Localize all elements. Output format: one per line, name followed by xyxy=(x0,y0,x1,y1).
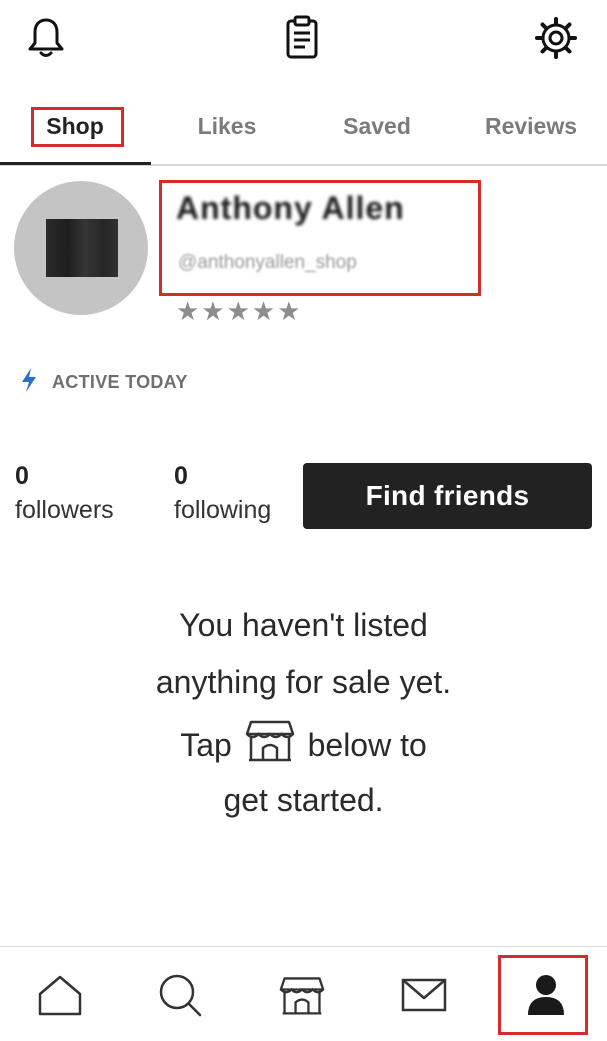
avatar-image xyxy=(46,219,118,277)
display-name: Anthony Allen xyxy=(176,190,405,226)
empty-state-tap: Tap xyxy=(180,727,232,763)
following-count[interactable]: 0 xyxy=(174,462,188,491)
active-status: ACTIVE TODAY xyxy=(20,367,188,397)
search-icon xyxy=(157,972,203,1023)
nav-search[interactable] xyxy=(150,967,210,1027)
bottom-nav xyxy=(0,946,607,1041)
clipboard-icon xyxy=(281,15,323,66)
tab-likes[interactable]: Likes xyxy=(152,100,302,152)
nav-profile[interactable] xyxy=(516,967,576,1027)
tab-reviews[interactable]: Reviews xyxy=(455,100,607,152)
tab-shop[interactable]: Shop xyxy=(0,100,150,152)
lightning-bolt-icon xyxy=(20,367,38,398)
settings-button[interactable] xyxy=(534,16,578,64)
storefront-icon xyxy=(279,973,325,1022)
home-icon xyxy=(37,974,83,1021)
empty-state-line-3: Tap below to xyxy=(0,718,607,764)
nav-sell[interactable] xyxy=(272,967,332,1027)
rating-stars[interactable]: ★★★★★ xyxy=(176,296,303,327)
tab-saved[interactable]: Saved xyxy=(302,100,452,152)
mail-icon xyxy=(401,978,447,1017)
empty-state-line-1: You haven't listed xyxy=(179,607,428,643)
username: @anthonyallen_shop xyxy=(178,252,357,273)
active-tab-indicator xyxy=(0,162,151,165)
empty-state-below: below to xyxy=(307,727,427,763)
activity-button[interactable] xyxy=(280,15,324,66)
storefront-icon xyxy=(245,718,295,762)
followers-count[interactable]: 0 xyxy=(15,462,29,491)
nav-messages[interactable] xyxy=(394,967,454,1027)
find-friends-button[interactable]: Find friends xyxy=(303,463,592,529)
gear-icon xyxy=(534,16,578,65)
active-status-text: ACTIVE TODAY xyxy=(52,371,188,392)
notifications-button[interactable] xyxy=(24,16,68,64)
followers-label[interactable]: followers xyxy=(15,496,114,525)
empty-state-line-4: get started. xyxy=(223,782,384,818)
bell-icon xyxy=(26,16,66,65)
person-icon xyxy=(526,973,566,1022)
profile-tabs: Shop Likes Saved Reviews xyxy=(0,100,607,166)
empty-state-line-2: anything for sale yet. xyxy=(155,664,452,700)
following-label[interactable]: following xyxy=(174,496,271,525)
avatar[interactable] xyxy=(14,181,148,315)
nav-home[interactable] xyxy=(30,967,90,1027)
